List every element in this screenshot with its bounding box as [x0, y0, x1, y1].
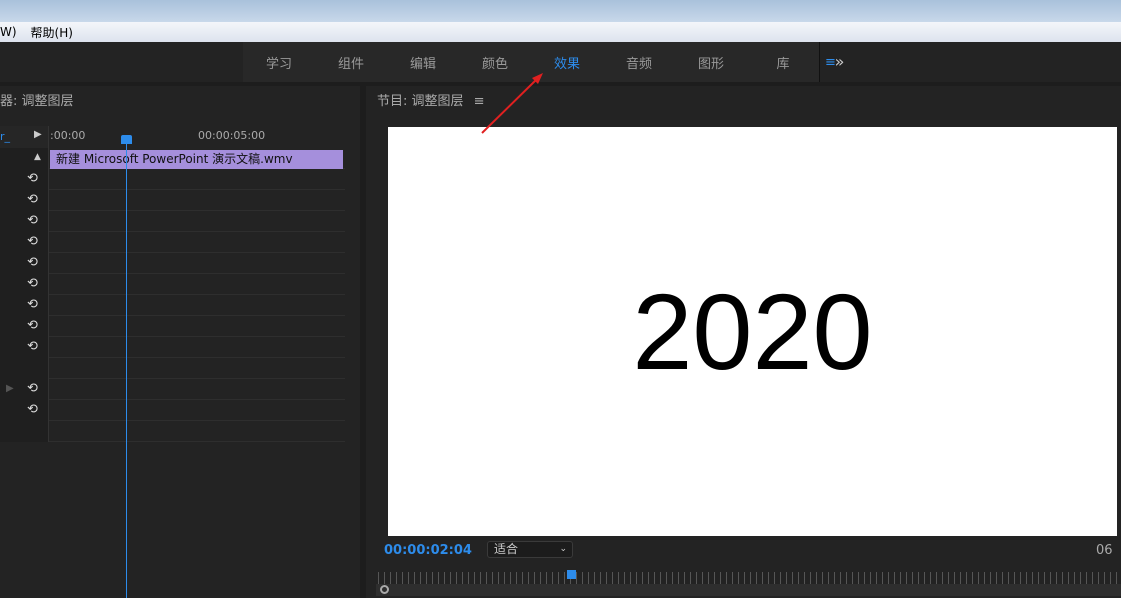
annotation-arrow: [481, 73, 543, 134]
